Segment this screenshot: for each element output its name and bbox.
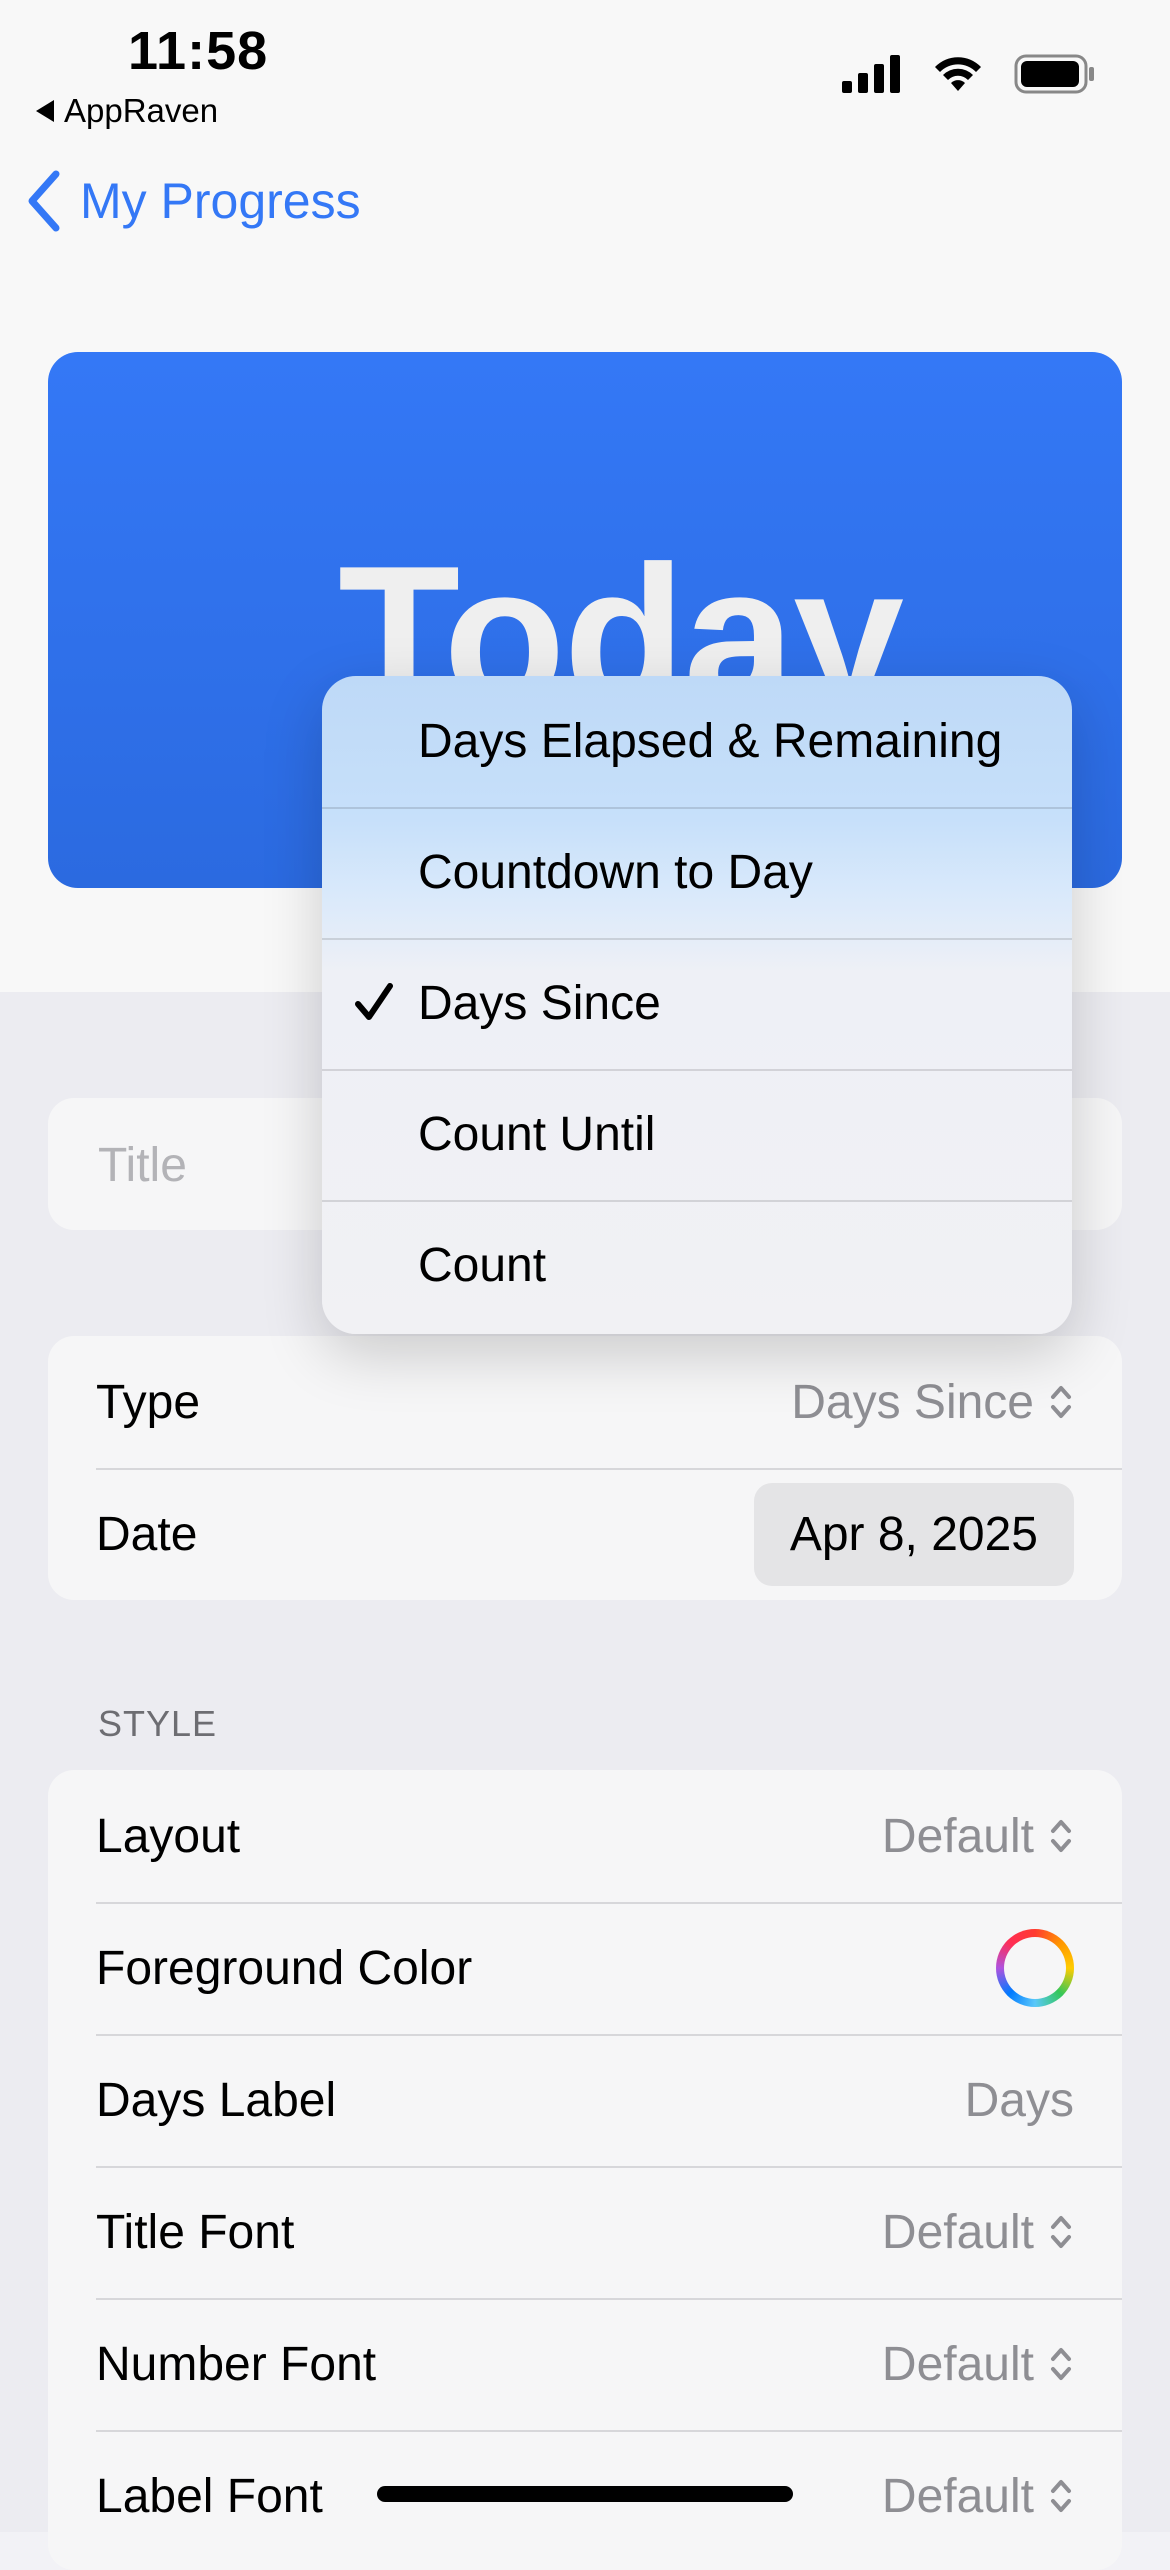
type-value: Days Since [791, 1375, 1074, 1430]
number-font-row[interactable]: Number Font Default [48, 2298, 1122, 2430]
back-triangle-icon [36, 100, 54, 122]
number-font-value: Default [882, 2337, 1074, 2392]
label-font-value: Default [882, 2469, 1074, 2524]
nav-back-button[interactable]: My Progress [26, 170, 361, 232]
title-font-value-text: Default [881, 2205, 1034, 2259]
status-time: 11:58 [128, 21, 269, 81]
layout-row[interactable]: Layout Default [48, 1770, 1122, 1902]
chevron-up-down-icon [1051, 1820, 1071, 1852]
chevron-up-down-icon [1051, 2348, 1071, 2380]
type-menu: Days Elapsed & Remaining Countdown to Da… [322, 676, 1072, 1334]
menu-item-label: Days Elapsed & Remaining [418, 715, 1003, 768]
menu-item-count[interactable]: Count [322, 1200, 1072, 1331]
number-font-value-text: Default [881, 2337, 1034, 2391]
layout-value-text: Default [881, 1809, 1034, 1863]
nav-back-label: My Progress [80, 173, 361, 229]
menu-item-label: Count [418, 1239, 547, 1292]
menu-item-count-until[interactable]: Count Until [322, 1069, 1072, 1200]
date-label: Date [96, 1507, 198, 1561]
label-font-label: Label Font [96, 2469, 323, 2523]
type-value-text: Days Since [791, 1375, 1034, 1429]
foreground-color-label: Foreground Color [96, 1941, 473, 1995]
menu-item-label: Countdown to Day [418, 846, 813, 899]
menu-item-days-since[interactable]: Days Since [322, 938, 1072, 1069]
menu-item-label: Count Until [418, 1108, 656, 1161]
layout-label: Layout [96, 1809, 241, 1863]
title-font-value: Default [882, 2205, 1074, 2260]
style-section-header: STYLE [98, 1703, 218, 1744]
battery-icon [1014, 54, 1094, 94]
checkmark-icon [355, 983, 393, 1020]
chevron-up-down-icon [1051, 1386, 1071, 1418]
type-date-card: Type Days Since Date Apr 8, 2025 [48, 1336, 1122, 1600]
label-font-value-text: Default [881, 2469, 1034, 2523]
menu-item-days-elapsed-remaining[interactable]: Days Elapsed & Remaining [322, 676, 1072, 807]
date-picker-button[interactable]: Apr 8, 2025 [753, 1482, 1074, 1586]
days-label-row[interactable]: Days Label Days [48, 2034, 1122, 2166]
back-to-app-button[interactable]: AppRaven [36, 92, 218, 130]
chevron-up-down-icon [1051, 2216, 1071, 2248]
chevron-left-icon [28, 170, 60, 232]
layout-value: Default [882, 1809, 1074, 1864]
menu-item-label: Days Since [418, 977, 661, 1030]
number-font-label: Number Font [96, 2337, 377, 2391]
cellular-signal-icon [842, 55, 900, 93]
chevron-up-down-icon [1051, 2480, 1071, 2512]
foreground-color-row: Foreground Color [48, 1902, 1122, 2034]
color-picker-icon[interactable] [996, 1929, 1074, 2007]
title-font-row[interactable]: Title Font Default [48, 2166, 1122, 2298]
wifi-icon [935, 57, 981, 91]
days-label-value[interactable]: Days [965, 2073, 1074, 2128]
title-font-label: Title Font [96, 2205, 295, 2259]
home-indicator[interactable] [377, 2486, 793, 2502]
type-row[interactable]: Type Days Since [48, 1336, 1122, 1468]
back-app-label: AppRaven [64, 92, 219, 129]
style-card: Layout Default Foreground Color Days Lab… [48, 1770, 1122, 2570]
menu-item-countdown-to-day[interactable]: Countdown to Day [322, 807, 1072, 938]
date-row: Date Apr 8, 2025 [48, 1468, 1122, 1600]
type-label: Type [96, 1375, 201, 1429]
days-label-label: Days Label [96, 2073, 337, 2127]
status-icons [842, 54, 1096, 94]
